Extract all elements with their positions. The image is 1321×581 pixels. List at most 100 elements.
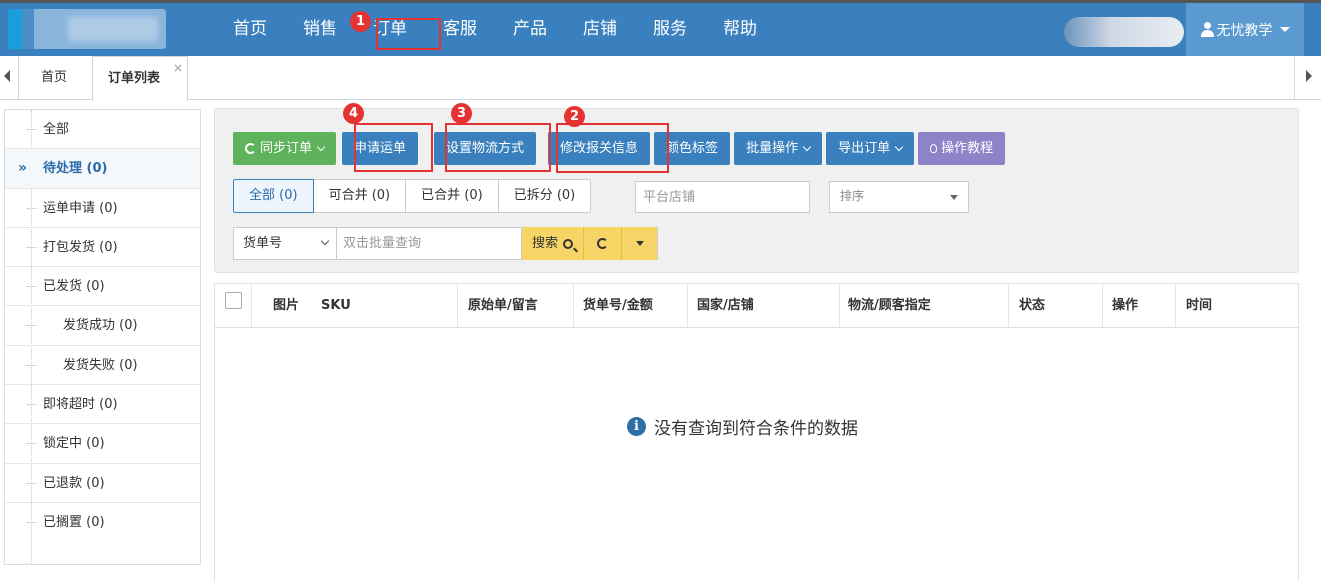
col-time: 时间 <box>1186 298 1213 313</box>
sidebar-item-label: 锁定中 (0) <box>43 436 105 452</box>
col-original-order: 原始单/留言 <box>468 298 538 313</box>
tabs-scroll-left-icon[interactable] <box>4 70 10 82</box>
reset-search-button[interactable] <box>584 227 623 260</box>
filter-tab-all[interactable]: 全部 (0) <box>233 179 314 213</box>
page-tabs: 首页 订单列表 × <box>0 56 1321 101</box>
order-status-sidebar: 全部 » 待处理 (0) 运单申请 (0) 打包发货 (0) 已发货 (0) 发货… <box>4 109 201 565</box>
chevron-down-icon <box>320 236 330 246</box>
filter-tab-split[interactable]: 已拆分 (0) <box>497 179 592 213</box>
sidebar-item-label: 全部 <box>43 122 70 137</box>
edit-customs-button[interactable]: 修改报关信息 <box>548 132 651 165</box>
annotation-badge: 4 <box>343 103 364 124</box>
export-orders-button[interactable]: 导出订单 <box>826 132 915 165</box>
order-table: 图片 SKU 原始单/留言 货单号/金额 国家/店铺 物流/顾客指定 状态 操作… <box>214 283 1299 581</box>
column-divider <box>839 284 840 328</box>
tabs-scroll-right-icon[interactable] <box>1306 70 1312 82</box>
sidebar-item-label: 发货失败 (0) <box>63 357 138 373</box>
sidebar-item-label: 即将超时 (0) <box>43 397 118 413</box>
info-icon: i <box>627 417 646 436</box>
sidebar-item-label: 已发货 (0) <box>43 279 105 295</box>
user-icon <box>1200 22 1214 37</box>
sidebar-item-ship-failed[interactable]: 发货失败 (0) <box>5 346 200 386</box>
column-divider <box>1008 284 1009 328</box>
table-header: 图片 SKU 原始单/留言 货单号/金额 国家/店铺 物流/顾客指定 状态 操作… <box>215 284 1298 328</box>
lightbulb-icon <box>930 144 938 153</box>
nav-help[interactable]: 帮助 <box>705 3 775 56</box>
color-tag-button[interactable]: 颜色标签 <box>654 132 731 165</box>
sidebar-item-pending[interactable]: » 待处理 (0) <box>5 149 200 189</box>
nav-products[interactable]: 产品 <box>495 3 565 56</box>
col-status: 状态 <box>1019 298 1046 313</box>
user-menu[interactable]: 无忧教学 <box>1186 3 1304 56</box>
caret-down-icon <box>950 195 958 200</box>
sort-select[interactable]: 排序 <box>829 181 969 213</box>
button-label: 搜索 <box>532 236 559 251</box>
column-divider <box>457 284 458 328</box>
sidebar-item-timeout-soon[interactable]: 即将超时 (0) <box>5 385 200 425</box>
sidebar-item-waybill-apply[interactable]: 运单申请 (0) <box>5 189 200 228</box>
nav-home[interactable]: 首页 <box>215 3 285 56</box>
search-field-label: 货单号 <box>243 236 283 251</box>
sidebar-item-ship-success[interactable]: 发货成功 (0) <box>5 306 200 346</box>
button-label: 操作教程 <box>941 141 994 156</box>
brand-logo[interactable] <box>8 9 166 49</box>
sidebar-item-label: 发货成功 (0) <box>63 318 138 334</box>
tutorial-button[interactable]: 操作教程 <box>918 132 1006 165</box>
sidebar-item-on-hold[interactable]: 已搁置 (0) <box>5 503 200 542</box>
column-divider <box>1175 284 1176 328</box>
nav-sales[interactable]: 销售 <box>285 3 355 56</box>
empty-state: i 没有查询到符合条件的数据 <box>627 414 858 439</box>
sidebar-item-pack-ship[interactable]: 打包发货 (0) <box>5 228 200 268</box>
sidebar-item-all[interactable]: 全部 <box>5 110 200 150</box>
column-divider <box>687 284 688 328</box>
sort-select-label: 排序 <box>840 189 865 203</box>
sidebar-item-locked[interactable]: 锁定中 (0) <box>5 424 200 464</box>
select-all-checkbox[interactable] <box>225 292 242 309</box>
chevron-down-icon <box>316 142 326 151</box>
caret-down-icon <box>635 241 644 246</box>
annotation-badge: 3 <box>451 103 472 124</box>
nav-stores[interactable]: 店铺 <box>565 3 635 56</box>
nav-customer-service[interactable]: 客服 <box>425 3 495 56</box>
col-country-shop: 国家/店铺 <box>697 298 754 313</box>
filter-tab-mergeable[interactable]: 可合并 (0) <box>312 179 407 213</box>
column-divider <box>1102 284 1103 328</box>
sync-orders-button[interactable]: 同步订单 <box>233 132 337 165</box>
tab-close-icon[interactable]: × <box>173 62 183 74</box>
batch-ops-button[interactable]: 批量操作 <box>734 132 823 165</box>
sidebar-item-label: 已退款 (0) <box>43 475 105 491</box>
search-field-select[interactable]: 货单号 <box>233 227 337 260</box>
sidebar-item-label: 打包发货 (0) <box>43 239 118 255</box>
main-nav: 首页 销售 订单 客服 产品 店铺 服务 帮助 <box>215 3 775 56</box>
search-bar: 货单号 搜索 <box>233 227 659 260</box>
set-logistics-button[interactable]: 设置物流方式 <box>434 132 537 165</box>
search-icon <box>563 238 574 249</box>
button-label: 设置物流方式 <box>446 141 525 156</box>
button-label: 修改报关信息 <box>560 141 639 156</box>
chevron-down-icon <box>894 142 904 151</box>
sidebar-item-shipped[interactable]: 已发货 (0) <box>5 267 200 307</box>
button-label: 导出订单 <box>838 141 891 156</box>
filter-tab-merged[interactable]: 已合并 (0) <box>405 179 499 213</box>
apply-waybill-button[interactable]: 申请运单 <box>342 132 419 165</box>
annotation-badge: 1 <box>350 11 371 32</box>
col-image: 图片 <box>273 298 300 313</box>
platform-shop-input[interactable] <box>635 181 810 213</box>
search-input[interactable] <box>337 227 522 260</box>
empty-state-text: 没有查询到符合条件的数据 <box>654 419 858 439</box>
top-navbar: 首页 销售 订单 客服 产品 店铺 服务 帮助 无忧教学 <box>0 0 1321 56</box>
tab-home[interactable]: 首页 <box>19 56 89 100</box>
chevron-right-icon: » <box>18 160 28 177</box>
user-name: 无忧教学 <box>1216 22 1273 39</box>
nav-services[interactable]: 服务 <box>635 3 705 56</box>
search-options-button[interactable] <box>622 227 659 260</box>
button-label: 批量操作 <box>746 141 799 156</box>
col-sku: SKU <box>321 298 351 313</box>
column-divider <box>573 284 574 328</box>
sidebar-item-refunded[interactable]: 已退款 (0) <box>5 464 200 503</box>
refresh-icon <box>597 238 609 249</box>
refresh-icon <box>245 143 256 154</box>
caret-down-icon <box>1279 27 1290 32</box>
col-logistics: 物流/顾客指定 <box>848 298 931 313</box>
search-button[interactable]: 搜索 <box>522 227 585 260</box>
